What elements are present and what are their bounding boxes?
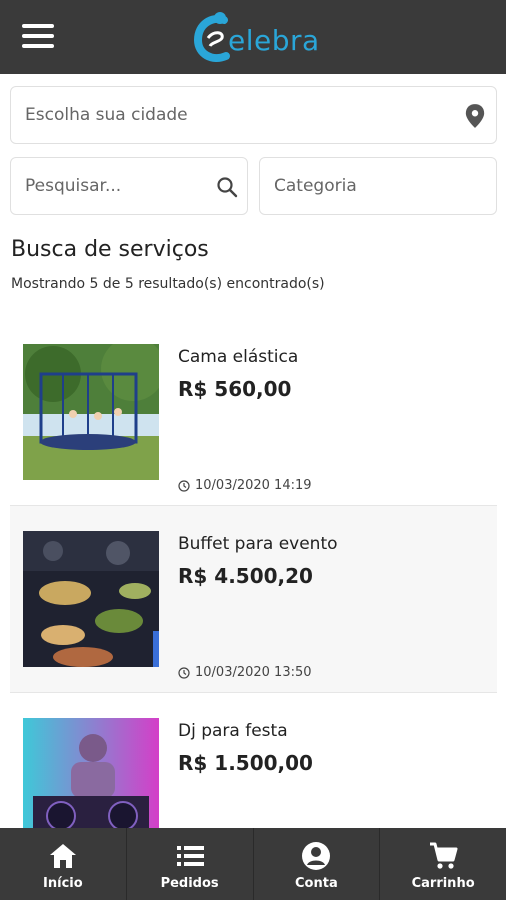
service-list[interactable]: Cama elástica R$ 560,00 10/03/2020 14:19 xyxy=(10,319,497,828)
service-image-trampoline[interactable] xyxy=(23,344,159,480)
list-item[interactable]: Buffet para evento R$ 4.500,20 10/03/202… xyxy=(10,506,497,693)
service-date: 10/03/2020 14:19 xyxy=(178,478,312,493)
service-image-dj[interactable] xyxy=(23,718,159,828)
search-field[interactable] xyxy=(10,157,248,215)
service-price: R$ 560,00 xyxy=(178,377,292,401)
top-app-bar: elebra xyxy=(0,0,506,74)
brand-name: elebra xyxy=(228,24,320,57)
brand-logo[interactable]: elebra xyxy=(190,8,320,66)
clock-icon xyxy=(178,666,190,679)
category-input[interactable] xyxy=(260,158,496,214)
list-icon xyxy=(176,846,204,866)
nav-label: Conta xyxy=(295,876,338,891)
account-icon xyxy=(302,842,331,870)
service-price: R$ 1.500,00 xyxy=(178,751,313,775)
bottom-navigation: Início Pedidos Conta Carrinho xyxy=(0,828,506,900)
page-title: Busca de serviços xyxy=(11,237,209,262)
service-name: Buffet para evento xyxy=(178,534,338,554)
date-text: 10/03/2020 13:50 xyxy=(195,665,312,680)
list-item[interactable]: Cama elástica R$ 560,00 10/03/2020 14:19 xyxy=(10,319,497,506)
service-price: R$ 4.500,20 xyxy=(178,564,313,588)
service-name: Cama elástica xyxy=(178,347,299,367)
nav-item-account[interactable]: Conta xyxy=(254,828,381,900)
location-pin-icon[interactable] xyxy=(464,103,486,129)
menu-button[interactable] xyxy=(22,24,58,52)
clock-icon xyxy=(178,479,190,492)
service-date: 10/03/2020 13:50 xyxy=(178,665,312,680)
search-icon[interactable] xyxy=(215,175,239,199)
hamburger-menu-icon xyxy=(22,24,54,28)
home-icon xyxy=(49,844,76,868)
city-input[interactable] xyxy=(11,87,496,143)
nav-label: Início xyxy=(43,876,83,891)
date-text: 10/03/2020 14:19 xyxy=(195,478,312,493)
cart-icon xyxy=(430,842,458,869)
results-count: Mostrando 5 de 5 resultado(s) encontrado… xyxy=(11,276,325,292)
nav-item-cart[interactable]: Carrinho xyxy=(380,828,506,900)
search-input[interactable] xyxy=(11,158,247,214)
nav-item-home[interactable]: Início xyxy=(0,828,127,900)
nav-label: Pedidos xyxy=(160,876,219,891)
city-field[interactable] xyxy=(10,86,497,144)
nav-label: Carrinho xyxy=(411,876,475,891)
service-image-buffet[interactable] xyxy=(23,531,159,667)
nav-item-orders[interactable]: Pedidos xyxy=(127,828,254,900)
service-name: Dj para festa xyxy=(178,721,288,741)
list-item[interactable]: Dj para festa R$ 1.500,00 xyxy=(10,693,497,828)
category-field[interactable] xyxy=(259,157,497,215)
